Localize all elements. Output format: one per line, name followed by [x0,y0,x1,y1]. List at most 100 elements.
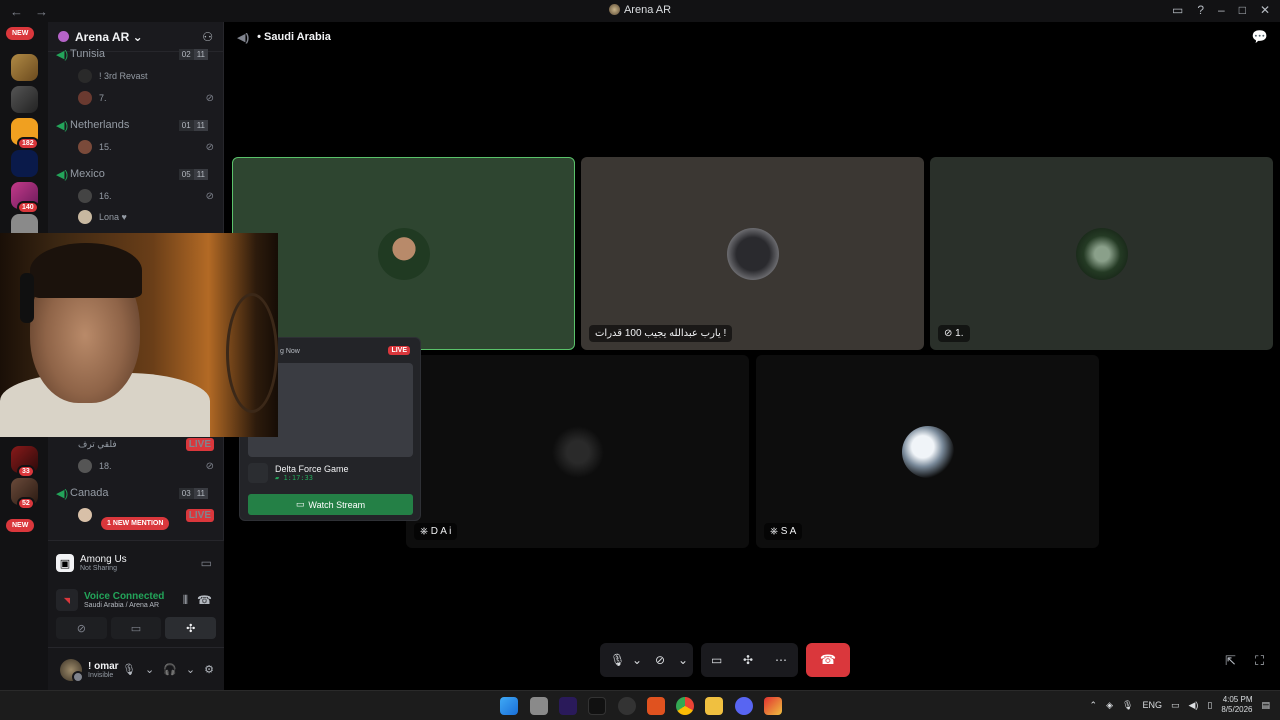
background-fan [226,293,278,413]
channel-member[interactable]: 7. ⊘ [78,89,218,107]
avatar[interactable] [60,658,84,683]
volume-icon[interactable]: ◀) [1188,700,1198,711]
premiere-icon[interactable] [559,697,577,715]
user-count: 05 11 [178,168,208,180]
participant-tile[interactable]: ⊘ 1. [930,157,1273,350]
server-item[interactable] [11,150,38,177]
camera-off-icon[interactable]: ⊘ [655,653,665,667]
file-explorer-icon[interactable] [705,697,723,715]
chevron-up-icon[interactable]: ⌃ [1090,700,1098,711]
brave-icon[interactable] [647,697,665,715]
microphone-icon[interactable]: 🎙 [610,653,625,667]
participant-tile[interactable]: يارب عبدالله يجيب 100 قدرات ! [581,157,924,350]
camera-off-icon: ⊘ [205,92,214,104]
channel-member[interactable]: فلقي ترف LIVE [78,435,218,453]
channel-member[interactable]: 18. ⊘ [78,457,218,475]
heart-icon: ♥ [121,212,127,222]
discord-icon[interactable] [735,697,753,715]
user-count: 01 11 [178,119,208,131]
voice-channel[interactable]: ◀) Canada 03 11 [56,484,216,502]
headset-icon [20,273,34,323]
channel-member[interactable]: 15. ⊘ [78,138,218,156]
server-item[interactable]: 52 [11,478,38,510]
new-badge[interactable]: NEW [6,519,35,532]
signal-icon[interactable]: ◥ [56,589,78,611]
maximize-icon[interactable]: □ [1239,3,1246,17]
participant-tile[interactable]: ⎈ D A i [406,355,749,548]
security-icon[interactable]: ◈ [1106,700,1113,711]
back-arrow-icon[interactable]: ← [10,4,23,19]
clock[interactable]: 4:05 PM 8/5/2026 [1221,695,1252,715]
settings-icon[interactable]: ⚙ [204,663,214,676]
close-icon[interactable]: ✕ [1260,3,1270,17]
windows-start-icon[interactable] [500,697,518,715]
server-item[interactable]: 140 [11,182,39,214]
new-mention-pill[interactable]: 1 NEW MENTION [101,517,170,530]
unread-badge: 182 [17,137,39,150]
avatar [78,189,92,203]
camera-button[interactable]: ⊘ [56,617,107,639]
server-item[interactable]: 182 [11,118,39,150]
voice-channel[interactable]: ◀) Netherlands 01 11 [56,116,216,134]
popout-icon[interactable]: ⇱ [1225,653,1236,669]
disconnect-icon[interactable]: ☎ [197,593,212,607]
network-icon[interactable]: ▭ [1171,700,1180,711]
invite-icon[interactable]: ⚇ [202,30,213,44]
channel-member[interactable]: Lona ♥ [78,208,218,226]
minimize-icon[interactable]: – [1218,3,1225,17]
task-view-icon[interactable] [530,697,548,715]
chevron-down-icon[interactable]: ⌄ [632,653,642,667]
avatar [551,425,604,478]
screen-share-icon[interactable]: ▭ [201,556,212,570]
server-item[interactable] [11,86,38,113]
forward-arrow-icon[interactable]: → [35,4,48,19]
battery-icon[interactable]: ▯ [1207,700,1212,711]
game-icon: ▣ [56,554,74,572]
participant-tile[interactable] [232,157,575,350]
notification-icon[interactable]: ▤ [1261,700,1270,711]
camera-off-icon: ⊘ [944,328,953,339]
app-icon[interactable] [764,697,782,715]
tiktok-icon[interactable] [588,697,606,715]
inbox-icon[interactable]: ▭ [1172,3,1183,17]
language-indicator[interactable]: ENG [1142,700,1162,710]
unread-badge: 33 [17,465,35,478]
activities-button[interactable]: ✣ [165,617,217,639]
hang-up-icon: ☎ [819,652,837,667]
server-item[interactable] [11,54,38,81]
microphone-icon[interactable]: 🎙 [1122,700,1133,711]
chevron-down-icon[interactable]: ⌄ [186,663,195,676]
chevron-down-icon[interactable]: ⌄ [145,663,154,676]
avatar [78,69,92,83]
server-item[interactable]: 33 [11,446,38,478]
speaker-icon: ◀) [56,487,69,500]
help-icon[interactable]: ? [1197,3,1204,17]
chrome-icon[interactable] [676,697,694,715]
participant-tile[interactable]: ⎈ S A [756,355,1099,548]
server-icon [608,4,620,15]
user-panel: ▣ Among Us Not Sharing ▭ ◥ Voice Connecte… [48,540,224,690]
chat-icon[interactable]: 💬 [1252,29,1268,45]
activities-icon[interactable]: ✣ [743,653,753,667]
gamepad-icon: ▰ [275,474,280,482]
avatar [78,91,92,105]
microphone-icon[interactable]: 🎙 [122,663,136,676]
channel-member[interactable]: 16. ⊘ [78,187,218,205]
headphones-icon[interactable]: 🎧 [163,663,177,676]
more-icon[interactable]: ⋯ [775,653,787,667]
activity-status[interactable]: ▣ Among Us Not Sharing ▭ [56,549,216,577]
new-badge[interactable]: NEW [6,27,35,40]
screen-share-button[interactable]: ▭ [110,617,162,639]
app-icon[interactable] [618,697,636,715]
fullscreen-icon[interactable]: ⛶ [1255,653,1264,669]
channel-member[interactable]: ! 3rd Revast [78,67,218,85]
chevron-down-icon[interactable]: ⌄ [678,653,688,667]
screen-share-icon[interactable]: ▭ [711,653,722,667]
voice-channel[interactable]: ◀) Mexico 05 11 [56,165,216,183]
disconnect-button[interactable]: ☎ [806,643,850,677]
noise-suppression-icon[interactable]: ⦀ [183,593,188,608]
user-area[interactable]: ! omar Invisible 🎙 ⌄ 🎧 ⌄ ⚙ [48,647,224,691]
watch-stream-button[interactable]: ▭ Watch Stream [248,494,413,515]
camera-off-icon: ⊘ [205,141,214,153]
voice-channel[interactable]: ◀) Tunisia 02 11 [56,45,216,63]
